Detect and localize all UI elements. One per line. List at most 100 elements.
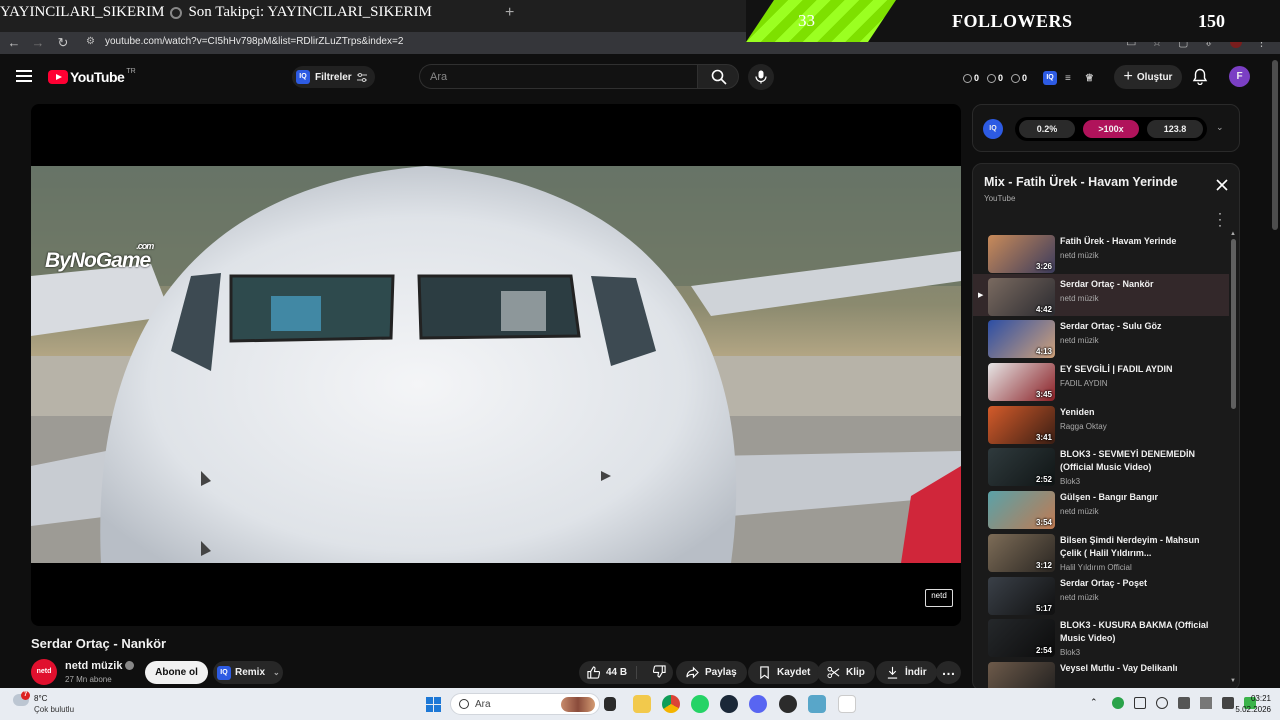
playlist-item[interactable]: ▶ 4:42 Serdar Ortaç - Nankör netd müzik [973, 273, 1229, 317]
dislike-button[interactable] [643, 664, 666, 681]
iq-metric-multiplier[interactable]: >100x [1083, 120, 1139, 138]
clip-button[interactable]: Klip [817, 661, 875, 684]
whatsapp-icon[interactable] [691, 695, 709, 713]
bluetooth-icon[interactable] [1178, 697, 1190, 709]
discord-icon[interactable] [749, 695, 767, 713]
save-button[interactable]: Kaydet [748, 661, 821, 684]
video-thumbnail[interactable]: 3:26 [988, 235, 1055, 273]
like-button[interactable]: 44 B [579, 666, 637, 679]
video-thumbnail[interactable]: 2:54 [988, 619, 1055, 658]
playlist-item-channel: netd müzik [1060, 293, 1099, 303]
video-thumbnail[interactable] [988, 661, 1055, 690]
iq-icon[interactable]: IQ [1043, 71, 1058, 85]
followers-overlay: 33 FOLLOWERS 150 [746, 0, 1280, 42]
notepad-icon[interactable] [838, 695, 856, 713]
forward-arrow-icon[interactable]: → [30, 35, 46, 51]
file-explorer-icon[interactable] [633, 695, 651, 713]
video-thumbnail[interactable]: 4:42 [988, 277, 1055, 316]
channel-name[interactable]: netd müzik [65, 660, 135, 672]
queue-icon[interactable]: ≡ [1065, 73, 1071, 84]
create-button[interactable]: + Oluştur [1114, 65, 1182, 89]
iq-metric-score[interactable]: 123.8 [1147, 120, 1203, 138]
video-thumbnail[interactable]: 3:41 [988, 405, 1055, 444]
filters-button[interactable]: IQ Filtreler [292, 66, 375, 88]
more-actions-button[interactable]: … [936, 661, 961, 684]
obs-icon[interactable] [779, 695, 797, 713]
playlist-item-title[interactable]: Serdar Ortaç - Poşet [1060, 577, 1220, 590]
url-field[interactable]: youtube.com/watch?v=CI5hHv798pM&list=RDl… [105, 36, 403, 47]
video-thumbnail[interactable]: 3:54 [988, 491, 1055, 530]
playlist-item[interactable]: 3:41 Yeniden Ragga Oktay [973, 402, 1229, 445]
playlist-item-title[interactable]: Yeniden [1060, 406, 1220, 419]
download-button[interactable]: İndir [876, 661, 937, 684]
app-icon[interactable] [808, 695, 826, 713]
video-thumbnail[interactable]: 5:17 [988, 576, 1055, 615]
scroll-up-icon[interactable]: ▲ [1230, 231, 1236, 237]
steam-icon[interactable] [720, 695, 738, 713]
reload-icon[interactable]: ↻ [55, 35, 71, 51]
playlist-item-title[interactable]: Serdar Ortaç - Nankör [1060, 278, 1220, 291]
temperature[interactable]: 8°C [34, 694, 47, 703]
chevron-down-icon: ⌄ [273, 668, 280, 677]
scroll-down-icon[interactable]: ▼ [1230, 678, 1236, 684]
playlist-item-title[interactable]: EY SEVGİLİ | FADIL AYDIN [1060, 363, 1220, 376]
playlist-menu-icon[interactable]: · · · [1218, 207, 1222, 231]
playlist-item[interactable]: Veysel Mutlu - Vay Delikanlı [973, 658, 1229, 690]
playlist-item[interactable]: 5:17 Serdar Ortaç - Poşet netd müzik [973, 573, 1229, 616]
sliders-icon [356, 72, 367, 82]
taskbar-search[interactable]: Ara [450, 693, 600, 715]
tray-app-icon[interactable] [1112, 697, 1124, 709]
playlist-item[interactable]: 4:13 Serdar Ortaç - Sulu Göz netd müzik [973, 316, 1229, 359]
search-input[interactable] [420, 65, 697, 88]
page-scroll-thumb[interactable] [1272, 60, 1278, 230]
video-thumbnail[interactable]: 3:45 [988, 363, 1055, 402]
clock[interactable]: 03:21 5.02.2026 [1231, 693, 1271, 715]
windows-start-icon[interactable] [426, 697, 441, 712]
playlist-item-title[interactable]: Bilsen Şimdi Nerdeyim - Mahsun Çelik ( H… [1060, 534, 1220, 560]
video-thumbnail[interactable]: 3:12 [988, 533, 1055, 572]
task-view-icon[interactable] [604, 697, 616, 711]
playlist-title[interactable]: Mix - Fatih Ürek - Havam Yerinde [984, 175, 1178, 189]
playlist-item[interactable]: 3:45 EY SEVGİLİ | FADIL AYDIN FADIL AYDIN [973, 359, 1229, 402]
new-tab-button[interactable]: + [505, 4, 514, 22]
menu-icon[interactable] [16, 70, 32, 82]
video-thumbnail[interactable]: 2:52 [988, 448, 1055, 487]
playlist-item-title[interactable]: Serdar Ortaç - Sulu Göz [1060, 320, 1220, 333]
ticker-text-b: Son Takipçi: YAYINCILARI_SIKERIM [188, 4, 432, 20]
voice-search-button[interactable] [748, 64, 774, 90]
playlist-item[interactable]: 2:54 BLOK3 - KUSURA BAKMA (Official Music… [973, 615, 1229, 658]
playlist-scrollbar[interactable]: ▲ ▼ [1230, 231, 1236, 686]
scroll-thumb[interactable] [1231, 239, 1236, 409]
network-icon[interactable] [1200, 697, 1212, 709]
tray-status-icon[interactable] [1156, 697, 1168, 709]
subscribe-button[interactable]: Abone ol [145, 661, 208, 684]
trophy-icon[interactable]: ♕ [1085, 73, 1094, 84]
iq-metric-rate[interactable]: 0.2% [1019, 120, 1075, 138]
channel-avatar[interactable]: netd [31, 659, 57, 685]
playlist-item-title[interactable]: BLOK3 - KUSURA BAKMA (Official Music Vid… [1060, 619, 1220, 645]
display-icon[interactable] [1134, 697, 1146, 709]
chrome-icon[interactable] [662, 695, 680, 713]
playlist-item[interactable]: 3:12 Bilsen Şimdi Nerdeyim - Mahsun Çelik… [973, 530, 1229, 573]
chevron-down-icon[interactable]: ⌄ [1216, 122, 1224, 133]
video-thumbnail[interactable]: 4:13 [988, 320, 1055, 359]
site-info-icon[interactable]: ⚙ [86, 36, 98, 48]
back-arrow-icon[interactable]: ← [6, 35, 22, 51]
playlist-item[interactable]: 2:52 BLOK3 - SEVMEYİ DENEMEDİN (Official … [973, 444, 1229, 487]
search-button[interactable] [697, 64, 739, 89]
video-player[interactable]: ByNoGame.com netd [31, 104, 961, 626]
chevron-up-icon[interactable]: ⌃ [1090, 697, 1102, 709]
playlist-item-title[interactable]: BLOK3 - SEVMEYİ DENEMEDİN (Official Musi… [1060, 448, 1220, 474]
account-avatar[interactable]: F [1229, 66, 1250, 87]
share-button[interactable]: Paylaş [676, 661, 747, 684]
playlist-item[interactable]: 3:54 Gülşen - Bangır Bangır netd müzik [973, 487, 1229, 530]
playlist-item[interactable]: 3:26 Fatih Ürek - Havam Yerinde netd müzik [973, 231, 1229, 274]
close-icon[interactable] [1215, 178, 1229, 192]
notifications-bell-icon[interactable] [1192, 68, 1208, 85]
playlist-item-title[interactable]: Veysel Mutlu - Vay Delikanlı [1060, 662, 1220, 675]
playlist-item-title[interactable]: Fatih Ürek - Havam Yerinde [1060, 235, 1220, 248]
remix-button[interactable]: IQ Remix ⌄ [213, 661, 283, 684]
playlist-item-title[interactable]: Gülşen - Bangır Bangır [1060, 491, 1220, 504]
youtube-logo[interactable]: YouTube TR [48, 68, 136, 85]
page-scrollbar[interactable] [1272, 56, 1278, 686]
